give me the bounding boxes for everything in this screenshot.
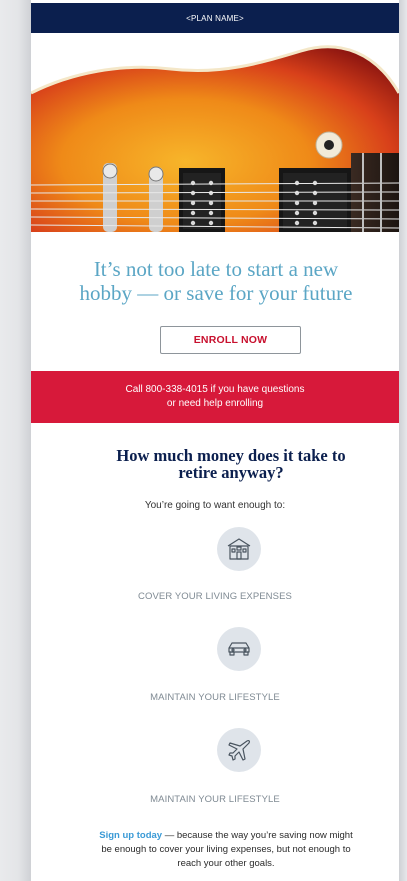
airplane-icon-circle bbox=[217, 728, 261, 772]
headline-line-1: It’s not too late to start a new bbox=[93, 257, 339, 281]
benefit-label-lifestyle-1: MAINTAIN YOUR LIFESTYLE bbox=[150, 692, 280, 703]
right-gutter bbox=[399, 0, 407, 881]
email-body: <PLAN NAME> It’s not too late to start a… bbox=[31, 0, 399, 881]
callbar-line-2: or need help enrolling bbox=[166, 398, 264, 409]
footer-line-3: reach your other goals. bbox=[177, 858, 275, 869]
left-gutter bbox=[0, 0, 31, 881]
car-icon-circle bbox=[217, 627, 261, 671]
enroll-now-button[interactable]: ENROLL NOW bbox=[160, 326, 301, 354]
section-title-line-1: How much money does it take to bbox=[116, 446, 346, 465]
guitar-illustration bbox=[31, 33, 399, 232]
help-call-bar: Call 800-338-4015 if you have questions … bbox=[31, 371, 399, 423]
plan-name-text: <PLAN NAME> bbox=[186, 13, 244, 23]
footer-line-1: Sign up today — because the way you’re s… bbox=[76, 829, 376, 843]
plan-name-bar: <PLAN NAME> bbox=[31, 3, 399, 33]
headline-line-2: hobby — or save for your future bbox=[79, 281, 353, 305]
car-icon bbox=[228, 642, 250, 656]
house-icon bbox=[227, 538, 251, 560]
airplane-icon bbox=[228, 740, 250, 761]
hero-guitar-image bbox=[31, 33, 399, 232]
footer-paragraph: Sign up today — because the way you’re s… bbox=[76, 829, 376, 871]
benefit-label-lifestyle-2: MAINTAIN YOUR LIFESTYLE bbox=[150, 794, 280, 805]
hero-headline: It’s not too late to start a new hobby —… bbox=[61, 257, 371, 305]
footer-line-2: be enough to cover your living expenses,… bbox=[101, 844, 351, 855]
callbar-line-1: Call 800-338-4015 if you have questions bbox=[125, 384, 305, 395]
benefit-label-living-expenses: COVER YOUR LIVING EXPENSES bbox=[138, 591, 292, 602]
footer-text-part-1: — because the way you’re saving now migh… bbox=[162, 830, 353, 841]
section-subtext: You’re going to want enough to: bbox=[144, 500, 286, 511]
sign-up-today-link[interactable]: Sign up today bbox=[99, 830, 162, 841]
section-title: How much money does it take to retire an… bbox=[71, 447, 391, 481]
house-icon-circle bbox=[217, 527, 261, 571]
section-title-line-2: retire anyway? bbox=[178, 463, 284, 482]
